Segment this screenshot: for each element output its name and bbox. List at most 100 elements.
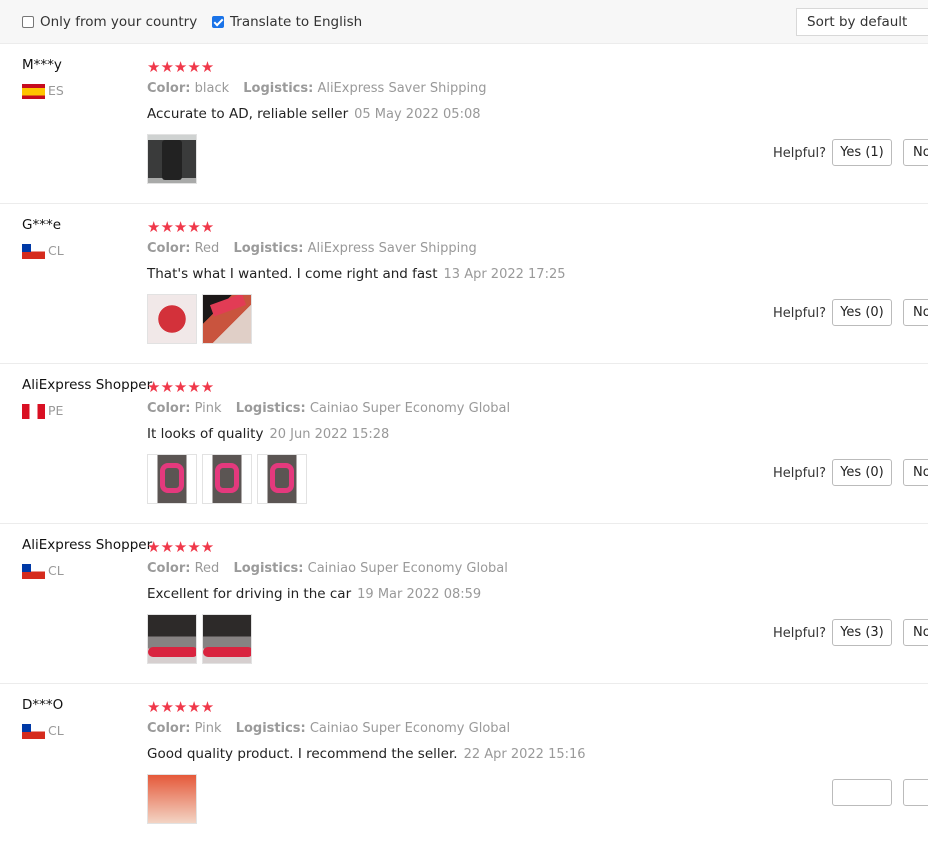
only-country-checkbox[interactable]: Only from your country xyxy=(22,14,197,30)
helpful-yes-button[interactable] xyxy=(832,779,892,806)
color-value: black xyxy=(194,81,230,96)
color-label: Color: xyxy=(147,401,191,416)
color-value: Pink xyxy=(194,401,222,416)
logistics-label: Logistics: xyxy=(233,561,304,576)
review-item: AliExpress Shopper PE ★★★★★ Color: Pink … xyxy=(0,363,928,524)
review-date: 05 May 2022 05:08 xyxy=(354,107,481,122)
color-label: Color: xyxy=(147,721,191,736)
reviewer-name: AliExpress Shopper xyxy=(22,537,153,553)
translate-label: Translate to English xyxy=(230,14,363,30)
country-code: ES xyxy=(48,83,64,98)
review-date: 19 Mar 2022 08:59 xyxy=(357,587,482,602)
review-date: 13 Apr 2022 17:25 xyxy=(443,267,566,282)
color-label: Color: xyxy=(147,81,191,96)
sort-dropdown[interactable]: Sort by default xyxy=(796,8,928,36)
review-text: Accurate to AD, reliable seller 05 May 20… xyxy=(147,106,481,122)
helpful-label: Helpful? xyxy=(773,306,826,321)
color-value: Red xyxy=(194,241,220,256)
logistics-label: Logistics: xyxy=(243,81,314,96)
review-text: That's what I wanted. I come right and f… xyxy=(147,266,566,282)
review-images xyxy=(147,294,252,344)
review-meta: Color: Red Logistics: Cainiao Super Econ… xyxy=(147,561,508,576)
translate-checkbox[interactable]: Translate to English xyxy=(212,14,362,30)
logistics-value: Cainiao Super Economy Global xyxy=(307,561,508,576)
color-label: Color: xyxy=(147,241,191,256)
review-text: Excellent for driving in the car 19 Mar 2… xyxy=(147,586,481,602)
review-item: M***y ES ★★★★★ Color: black Logistics: A… xyxy=(0,43,928,204)
flag-cl-icon xyxy=(22,244,45,259)
review-image[interactable] xyxy=(147,454,197,504)
helpful-yes-button[interactable]: Yes (0) xyxy=(832,459,892,486)
country-code: CL xyxy=(48,243,64,258)
star-rating: ★★★★★ xyxy=(147,538,215,556)
country-code: PE xyxy=(48,403,64,418)
review-body: That's what I wanted. I come right and f… xyxy=(147,266,438,282)
only-country-label: Only from your country xyxy=(40,14,198,30)
review-meta: Color: black Logistics: AliExpress Saver… xyxy=(147,81,487,96)
review-images xyxy=(147,774,197,824)
review-images xyxy=(147,134,197,184)
review-date: 22 Apr 2022 15:16 xyxy=(463,747,586,762)
flag-es-icon xyxy=(22,84,45,99)
helpful-no-button[interactable]: No xyxy=(903,139,928,166)
review-image[interactable] xyxy=(202,294,252,344)
star-rating: ★★★★★ xyxy=(147,218,215,236)
review-meta: Color: Pink Logistics: Cainiao Super Eco… xyxy=(147,721,510,736)
review-image[interactable] xyxy=(202,454,252,504)
review-item: G***e CL ★★★★★ Color: Red Logistics: Ali… xyxy=(0,203,928,364)
country-code: CL xyxy=(48,723,64,738)
review-body: It looks of quality xyxy=(147,426,264,442)
review-image[interactable] xyxy=(147,294,197,344)
color-value: Red xyxy=(194,561,220,576)
flag-cl-icon xyxy=(22,724,45,739)
review-image[interactable] xyxy=(257,454,307,504)
star-rating: ★★★★★ xyxy=(147,378,215,396)
logistics-label: Logistics: xyxy=(233,241,304,256)
reviewer-name: D***O xyxy=(22,697,64,713)
review-images xyxy=(147,614,252,664)
review-item: AliExpress Shopper CL ★★★★★ Color: Red L… xyxy=(0,523,928,684)
helpful-label: Helpful? xyxy=(773,146,826,161)
helpful-no-button[interactable] xyxy=(903,779,928,806)
review-meta: Color: Pink Logistics: Cainiao Super Eco… xyxy=(147,401,510,416)
review-item: D***O CL ★★★★★ Color: Pink Logistics: Ca… xyxy=(0,683,928,843)
review-text: It looks of quality 20 Jun 2022 15:28 xyxy=(147,426,389,442)
star-rating: ★★★★★ xyxy=(147,698,215,716)
review-image[interactable] xyxy=(147,774,197,824)
review-image[interactable] xyxy=(147,614,197,664)
checkbox-box-checked[interactable] xyxy=(212,16,224,28)
review-image[interactable] xyxy=(147,134,197,184)
reviewer-name: G***e xyxy=(22,217,62,233)
helpful-no-button[interactable]: No xyxy=(903,459,928,486)
review-body: Accurate to AD, reliable seller xyxy=(147,106,349,122)
logistics-value: AliExpress Saver Shipping xyxy=(317,81,487,96)
helpful-label: Helpful? xyxy=(773,466,826,481)
flag-pe-icon xyxy=(22,404,45,419)
helpful-label: Helpful? xyxy=(773,626,826,641)
logistics-label: Logistics: xyxy=(235,401,306,416)
helpful-no-button[interactable]: No xyxy=(903,299,928,326)
review-images xyxy=(147,454,307,504)
reviewer-name: AliExpress Shopper xyxy=(22,377,153,393)
helpful-yes-button[interactable]: Yes (1) xyxy=(832,139,892,166)
logistics-value: Cainiao Super Economy Global xyxy=(309,721,511,736)
color-label: Color: xyxy=(147,561,191,576)
review-meta: Color: Red Logistics: AliExpress Saver S… xyxy=(147,241,477,256)
review-text: Good quality product. I recommend the se… xyxy=(147,746,586,762)
country-code: CL xyxy=(48,563,64,578)
review-body: Excellent for driving in the car xyxy=(147,586,352,602)
helpful-yes-button[interactable]: Yes (0) xyxy=(832,299,892,326)
helpful-no-button[interactable]: No xyxy=(903,619,928,646)
logistics-value: Cainiao Super Economy Global xyxy=(309,401,511,416)
reviewer-name: M***y xyxy=(22,57,62,73)
helpful-yes-button[interactable]: Yes (3) xyxy=(832,619,892,646)
logistics-label: Logistics: xyxy=(235,721,306,736)
star-rating: ★★★★★ xyxy=(147,58,215,76)
checkbox-box[interactable] xyxy=(22,16,34,28)
review-body: Good quality product. I recommend the se… xyxy=(147,746,458,762)
logistics-value: AliExpress Saver Shipping xyxy=(307,241,477,256)
filter-bar: Only from your country Translate to Engl… xyxy=(0,0,928,44)
review-image[interactable] xyxy=(202,614,252,664)
review-date: 20 Jun 2022 15:28 xyxy=(269,427,390,442)
color-value: Pink xyxy=(194,721,222,736)
